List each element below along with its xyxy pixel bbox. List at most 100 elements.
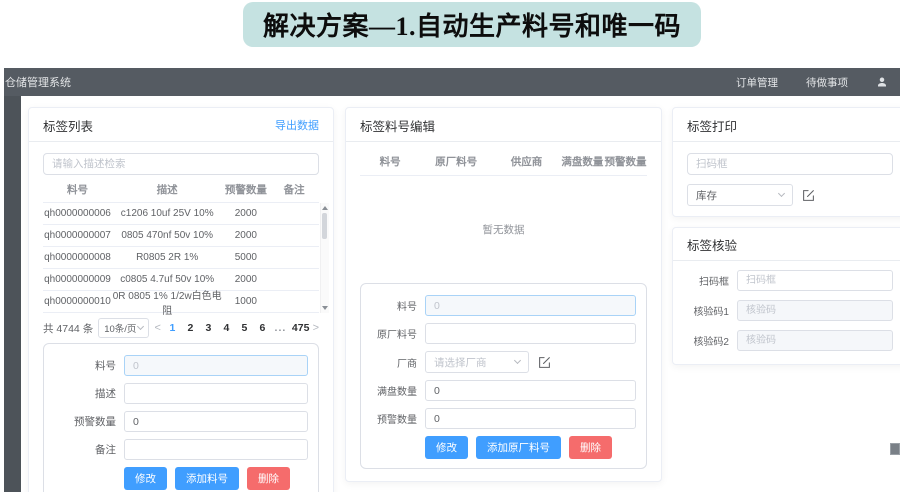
divider: [29, 141, 333, 142]
chevron-down-icon: [778, 190, 785, 197]
page-3[interactable]: 3: [202, 322, 215, 334]
table-row[interactable]: qh0000000008 R0805 2R 1% 5000: [43, 247, 319, 269]
warn-qty-field[interactable]: [425, 408, 636, 429]
label-list-card: 标签列表 导出数据 料号 描述 预警数量 备注 qh0000000006 c12…: [28, 107, 334, 492]
search-input[interactable]: [43, 153, 319, 175]
table-row[interactable]: qh0000000007 0805 470nf 50v 10% 2000: [43, 225, 319, 247]
topbar-nav: 订单管理 待做事项: [736, 75, 900, 90]
label-edit-card: 标签料号编辑 料号 原厂料号 供应商 满盘数量 预警数量 暂无数据 料号 原厂料…: [345, 107, 662, 482]
page-6[interactable]: 6: [256, 322, 269, 334]
part-no-field: [425, 295, 636, 316]
left-dark-strip: [4, 96, 21, 492]
verify-code2-label: 核验码2: [687, 333, 729, 348]
scroll-down-arrow-icon[interactable]: [322, 306, 328, 310]
print-scan-input[interactable]: [687, 153, 893, 175]
label-print-title: 标签打印: [687, 116, 737, 135]
full-reel-qty-field[interactable]: [425, 380, 636, 401]
cell-part-no: qh0000000010: [43, 296, 112, 307]
nav-order-management[interactable]: 订单管理: [736, 75, 778, 90]
page-size-select[interactable]: 10条/页: [98, 318, 149, 338]
pagination-total: 共 4744 条: [43, 321, 93, 336]
cell-description: 0805 470nf 50v 10%: [112, 230, 222, 241]
col-description: 描述: [112, 182, 222, 197]
page-1[interactable]: 1: [166, 322, 179, 334]
cell-part-no: qh0000000008: [43, 252, 112, 263]
cell-warn-qty: 2000: [222, 274, 269, 285]
divider: [673, 141, 900, 142]
label-form-box: 料号 描述 预警数量 备注 修改 添加料号 删除: [43, 343, 319, 492]
divider: [673, 260, 900, 261]
screenshot-stage: 解决方案—1.自动生产料号和唯一码 仓储管理系统 订单管理 待做事项 标签列表 …: [0, 0, 900, 492]
table-row[interactable]: qh0000000010 0R 0805 1% 1/2w白色电阻 1000: [43, 291, 319, 313]
page-4[interactable]: 4: [220, 322, 233, 334]
vendor-select[interactable]: 请选择厂商: [425, 351, 529, 373]
cell-warn-qty: 2000: [222, 230, 269, 241]
description-field[interactable]: [124, 383, 308, 404]
print-mode-select[interactable]: 库存: [687, 184, 793, 206]
orig-part-form-box: 料号 原厂料号 厂商 请选择厂商 满盘数量: [360, 283, 647, 469]
cell-warn-qty: 1000: [222, 296, 269, 307]
warn-qty-field[interactable]: [124, 411, 308, 432]
col-warn-qty: 预警数量: [222, 182, 269, 197]
cell-part-no: qh0000000006: [43, 208, 112, 219]
cell-part-no: qh0000000007: [43, 230, 112, 241]
table-row[interactable]: qh0000000006 c1206 10uf 25V 10% 2000: [43, 203, 319, 225]
next-page-button[interactable]: >: [313, 322, 319, 334]
page-2[interactable]: 2: [184, 322, 197, 334]
add-orig-part-no-button[interactable]: 添加原厂料号: [476, 436, 561, 459]
window-scrollbar-thumb[interactable]: [890, 443, 900, 455]
col-orig-part-no: 原厂料号: [420, 154, 492, 169]
full-reel-qty-label: 满盘数量: [371, 383, 417, 398]
orig-part-no-field[interactable]: [425, 323, 636, 344]
col-warn-qty: 预警数量: [604, 154, 647, 169]
delete-button[interactable]: 删除: [247, 467, 290, 490]
label-verify-card: 标签核验 扫码框 核验码1 核验码2: [672, 227, 900, 365]
chevron-down-icon: [514, 357, 521, 364]
warn-qty-label: 预警数量: [371, 411, 417, 426]
delete-button[interactable]: 删除: [569, 436, 612, 459]
user-person-icon[interactable]: [876, 76, 888, 88]
page-ellipsis[interactable]: ...: [274, 322, 287, 334]
col-part-no: 料号: [360, 154, 420, 169]
divider: [346, 141, 661, 142]
cell-description: c0805 4.7uf 50v 10%: [112, 274, 222, 285]
prev-page-button[interactable]: <: [154, 322, 160, 334]
col-full-reel-qty: 满盘数量: [561, 154, 604, 169]
pagination: 共 4744 条 10条/页 < 1 2 3 4 5 6 ... 475 >: [43, 318, 319, 338]
verify-code1-label: 核验码1: [687, 303, 729, 318]
label-verify-title: 标签核验: [687, 235, 737, 254]
remark-field[interactable]: [124, 439, 308, 460]
app-topbar: 仓储管理系统 订单管理 待做事项: [4, 68, 900, 96]
page-5[interactable]: 5: [238, 322, 251, 334]
cell-description: 0R 0805 1% 1/2w白色电阻: [112, 287, 222, 317]
orig-part-no-label: 原厂料号: [371, 326, 417, 341]
add-part-no-button[interactable]: 添加料号: [175, 467, 239, 490]
modify-button[interactable]: 修改: [124, 467, 167, 490]
table-scrollbar[interactable]: [320, 203, 329, 313]
part-no-field: [124, 355, 308, 376]
page-475[interactable]: 475: [292, 322, 308, 334]
verify-code2-field: [737, 330, 893, 351]
label-edit-title: 标签料号编辑: [360, 116, 435, 135]
export-data-link[interactable]: 导出数据: [275, 117, 319, 133]
scrollbar-thumb[interactable]: [322, 213, 327, 239]
label-list-table-body: qh0000000006 c1206 10uf 25V 10% 2000 qh0…: [43, 203, 319, 313]
part-no-label: 料号: [371, 298, 417, 313]
description-label: 描述: [54, 386, 116, 401]
nav-todo-items[interactable]: 待做事项: [806, 75, 848, 90]
modify-button[interactable]: 修改: [425, 436, 468, 459]
label-print-card: 标签打印 库存: [672, 107, 900, 217]
verify-scan-input[interactable]: [737, 270, 893, 291]
col-supplier: 供应商: [492, 154, 561, 169]
empty-data-text: 暂无数据: [360, 222, 647, 237]
print-mode-value: 库存: [696, 188, 717, 203]
page-size-value: 10条/页: [104, 321, 136, 335]
verify-code1-field: [737, 300, 893, 321]
scroll-up-arrow-icon[interactable]: [322, 206, 328, 210]
chevron-down-icon: [137, 323, 144, 330]
vendor-edit-icon[interactable]: [538, 356, 551, 369]
print-mode-edit-icon[interactable]: [802, 189, 815, 202]
slide-title: 解决方案—1.自动生产料号和唯一码: [263, 6, 681, 43]
app-brand: 仓储管理系统: [5, 74, 71, 90]
col-remark: 备注: [269, 182, 319, 197]
